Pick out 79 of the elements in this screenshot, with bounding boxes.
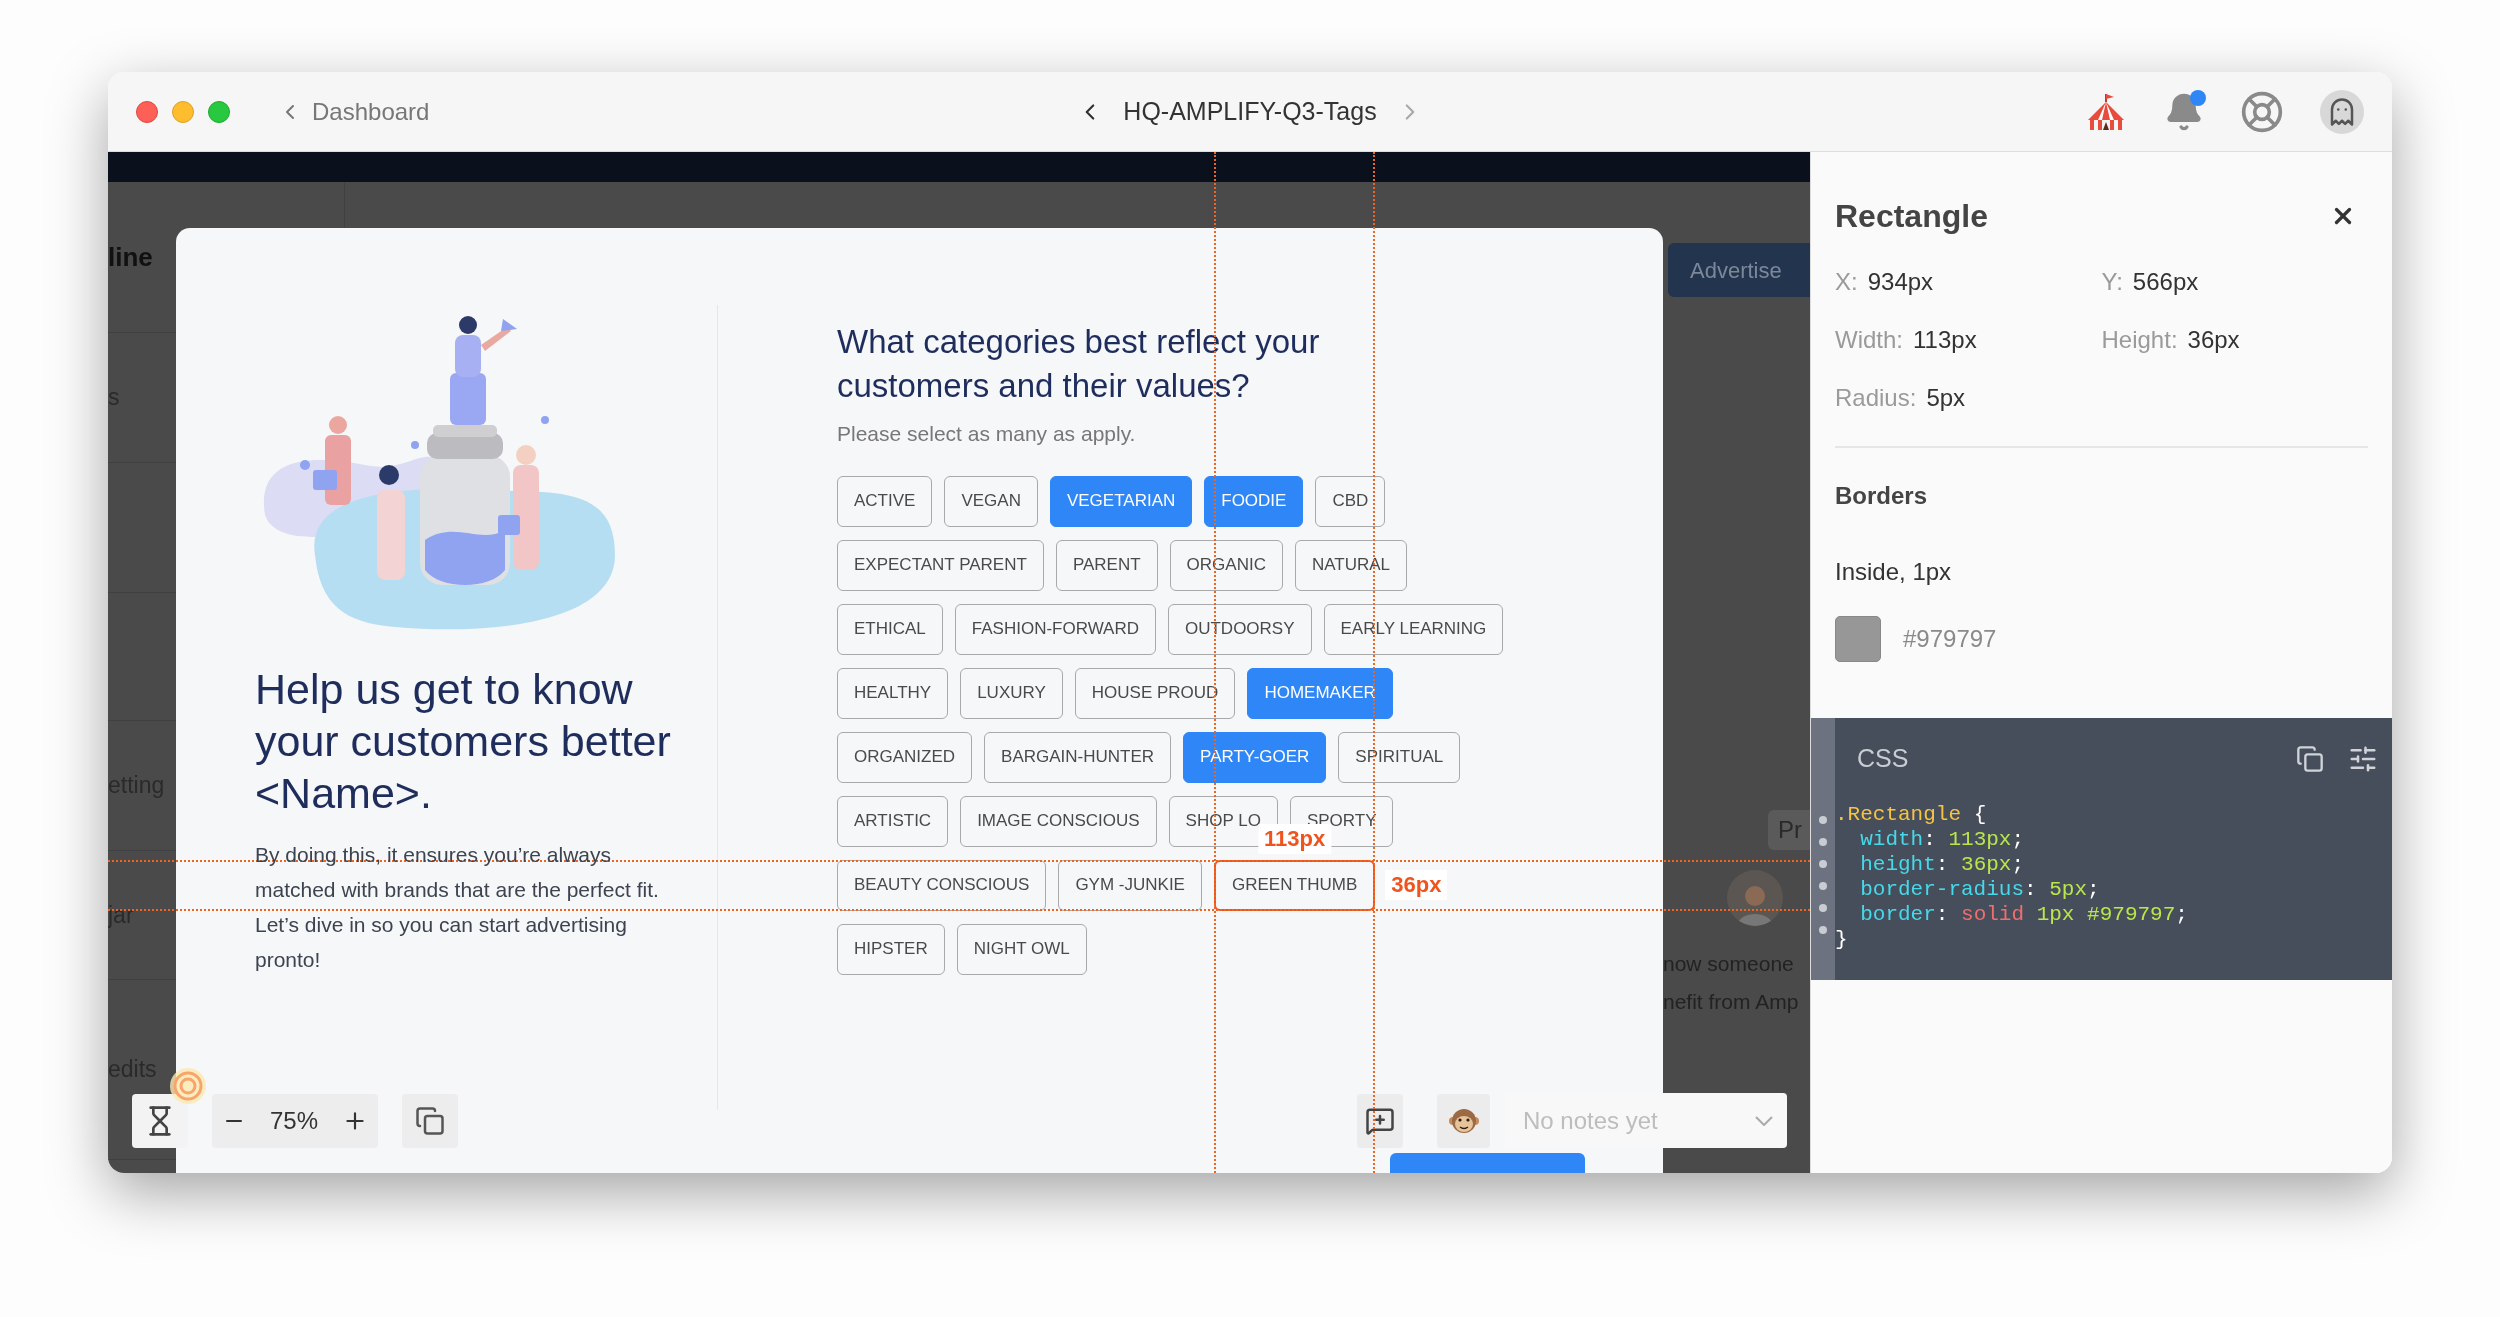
code-line: .Rectangle { xyxy=(1835,801,1988,827)
copy-button[interactable] xyxy=(402,1094,458,1148)
pulse-indicator-icon xyxy=(168,1066,208,1106)
close-button[interactable] xyxy=(136,100,158,123)
line-marker-icon xyxy=(1819,904,1827,912)
inspector-title: Rectangle xyxy=(1835,197,1988,236)
notifications-button[interactable] xyxy=(2164,91,2204,132)
height-measure-tooltip: 36px xyxy=(1385,870,1448,900)
back-link[interactable]: Dashboard xyxy=(278,93,430,130)
category-tag[interactable]: ORGANIC xyxy=(1169,539,1283,591)
line-marker-icon xyxy=(1819,860,1827,868)
border-description: Inside, 1px xyxy=(1834,557,1953,587)
avatar[interactable] xyxy=(2320,89,2364,134)
property-value: 566px xyxy=(2132,268,2199,296)
add-note-button[interactable] xyxy=(1357,1093,1403,1148)
category-tag[interactable]: VEGAN xyxy=(944,475,1038,527)
category-tag[interactable]: HEALTHY xyxy=(837,667,949,719)
category-tag[interactable]: FOODIE xyxy=(1204,475,1304,527)
category-tag[interactable]: PARENT xyxy=(1055,539,1158,591)
property-value: 36px xyxy=(2187,326,2240,354)
question-heading: What categories best reflect your customers and their values? xyxy=(837,322,1321,406)
category-tag[interactable]: PARTY-GOER xyxy=(1183,731,1327,783)
category-tag[interactable]: LUXURY xyxy=(960,667,1063,719)
timer-button[interactable] xyxy=(132,1094,188,1148)
user-button[interactable] xyxy=(1437,1093,1490,1148)
section-heading: Borders xyxy=(1834,481,1929,511)
color-hex-value: #979797 xyxy=(1903,624,1997,654)
category-tag[interactable]: NIGHT OWL xyxy=(956,923,1087,975)
property-label: Height: xyxy=(2101,326,2178,354)
line-marker-icon xyxy=(1819,882,1827,890)
modal-body-text: By doing this, it ensures you’re always matched with brands that are the perfect fit. Let’s dive in so you can start advertising pronto! xyxy=(255,842,660,973)
property-value: 934px xyxy=(1867,268,1934,296)
category-tag[interactable]: EXPECTANT PARENT xyxy=(837,539,1044,591)
code-line: border-radius: 5px; xyxy=(1859,876,2101,902)
category-tag[interactable]: VEGETARIAN xyxy=(1049,475,1193,527)
bell-icon xyxy=(2164,91,2204,132)
css-title: CSS xyxy=(1857,743,1909,774)
category-tag[interactable]: GYM -JUNKIE xyxy=(1058,859,1202,911)
category-tag[interactable]: HOUSE PROUD xyxy=(1074,667,1236,719)
category-tag[interactable]: IMAGE CONSCIOUS xyxy=(960,795,1157,847)
window-title: HQ-AMPLIFY-Q3-Tags xyxy=(1123,95,1377,127)
width-measure-tooltip: 113px xyxy=(1258,823,1332,854)
category-tag[interactable]: ACTIVE xyxy=(837,475,933,527)
question-hint: Please select as many as apply. xyxy=(837,421,1137,447)
code-line: border: solid 1px #979797; xyxy=(1859,901,2189,927)
modal-heading: Help us get to know your customers better <Name>. xyxy=(255,664,672,819)
property-value: 113px xyxy=(1913,326,1977,354)
monkey-icon xyxy=(1448,1106,1479,1135)
line-marker-icon xyxy=(1819,816,1827,824)
category-tag[interactable]: ETHICAL xyxy=(837,603,943,655)
category-tag[interactable]: ARTISTIC xyxy=(837,795,949,847)
category-tag[interactable]: OUTDOORSY xyxy=(1167,603,1312,655)
code-line: width: 113px; xyxy=(1859,826,2026,852)
category-tag[interactable]: HOMEMAKER xyxy=(1247,667,1393,719)
maximize-button[interactable] xyxy=(208,100,230,123)
code-line: } xyxy=(1835,926,1849,952)
line-marker-icon xyxy=(1819,926,1827,934)
property-label: Y: xyxy=(2101,268,2123,296)
category-tag[interactable]: BARGAIN-HUNTER xyxy=(984,731,1172,783)
category-tag[interactable]: FASHION-FORWARD xyxy=(954,603,1156,655)
category-tag[interactable]: NATURAL xyxy=(1294,539,1407,591)
property-label: Radius: xyxy=(1835,384,1917,412)
line-marker-icon xyxy=(1819,838,1827,846)
category-tag[interactable]: EARLY LEARNING xyxy=(1323,603,1504,655)
category-tag[interactable]: GREEN THUMB xyxy=(1213,859,1376,911)
property-value: 5px xyxy=(1926,384,1966,412)
category-tag[interactable]: CBD xyxy=(1315,475,1386,527)
property-label: Width: xyxy=(1835,326,1903,354)
dropdown-caret-icon xyxy=(1755,1115,1773,1126)
zoom-level: 75% xyxy=(269,1106,318,1136)
code-line: height: 36px; xyxy=(1859,851,2026,877)
category-tag[interactable]: BEAUTY CONSCIOUS xyxy=(837,859,1047,911)
copy-icon[interactable] xyxy=(2296,744,2324,773)
category-tag[interactable]: HIPSTER xyxy=(837,923,945,975)
help-icon[interactable] xyxy=(2240,89,2284,134)
property-label: X: xyxy=(1835,268,1858,296)
category-tag[interactable]: SPIRITUAL xyxy=(1338,731,1461,783)
category-tag[interactable]: ORGANIZED xyxy=(837,731,973,783)
copy-icon xyxy=(415,1106,445,1136)
